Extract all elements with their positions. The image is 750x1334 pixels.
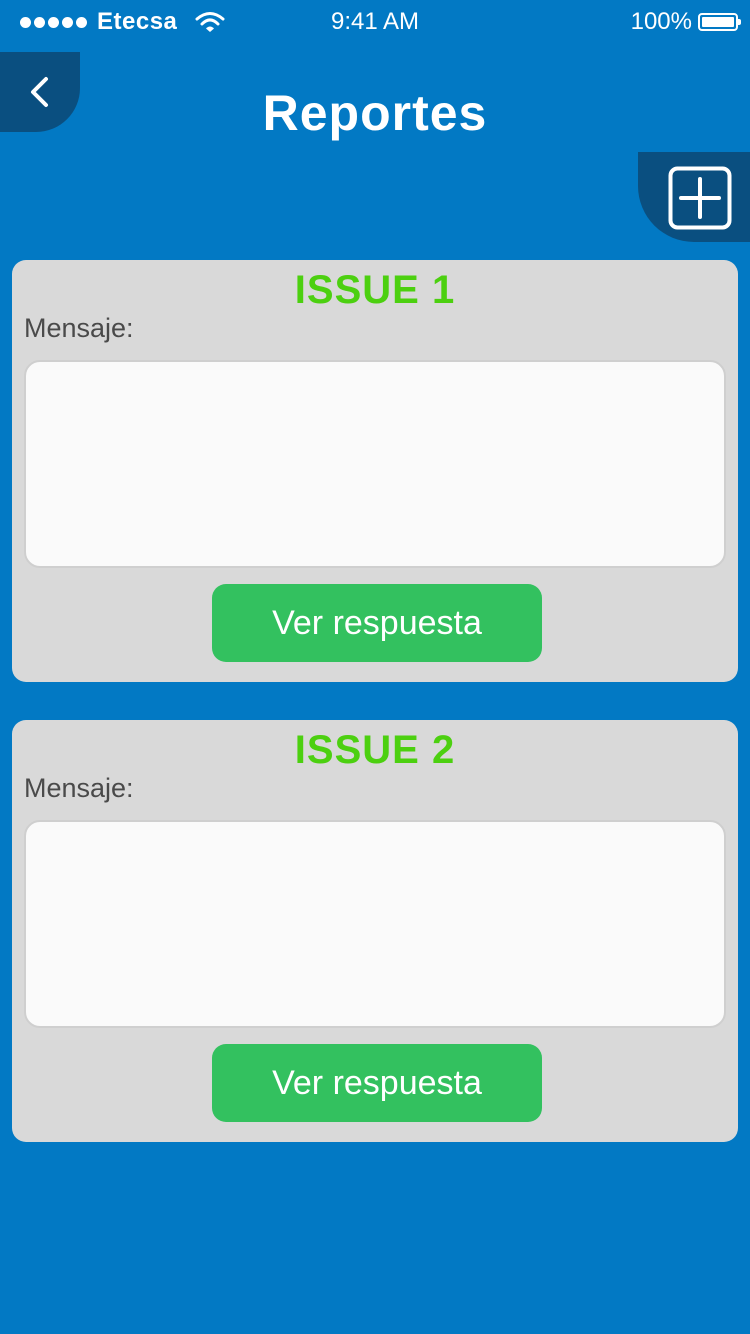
plus-square-icon [668, 166, 732, 230]
message-field[interactable] [24, 360, 726, 568]
page-title: Reportes [262, 85, 488, 141]
issue-card: ISSUE 1 Mensaje: Ver respuesta [12, 260, 738, 682]
issue-card: ISSUE 2 Mensaje: Ver respuesta [12, 720, 738, 1142]
message-label: Mensaje: [24, 313, 134, 343]
status-right: 100% [630, 8, 741, 36]
status-bar: Etecsa 9:41 AM 100% [0, 0, 750, 44]
issue-title: ISSUE 1 [294, 268, 456, 312]
battery-icon [698, 13, 741, 31]
battery-percent: 100% [630, 8, 692, 35]
add-report-button[interactable] [638, 152, 750, 242]
view-response-button[interactable]: Ver respuesta [212, 584, 542, 662]
issue-title: ISSUE 2 [294, 728, 456, 772]
view-response-button[interactable]: Ver respuesta [212, 1044, 542, 1122]
message-field[interactable] [24, 820, 726, 1028]
message-label: Mensaje: [24, 773, 134, 803]
